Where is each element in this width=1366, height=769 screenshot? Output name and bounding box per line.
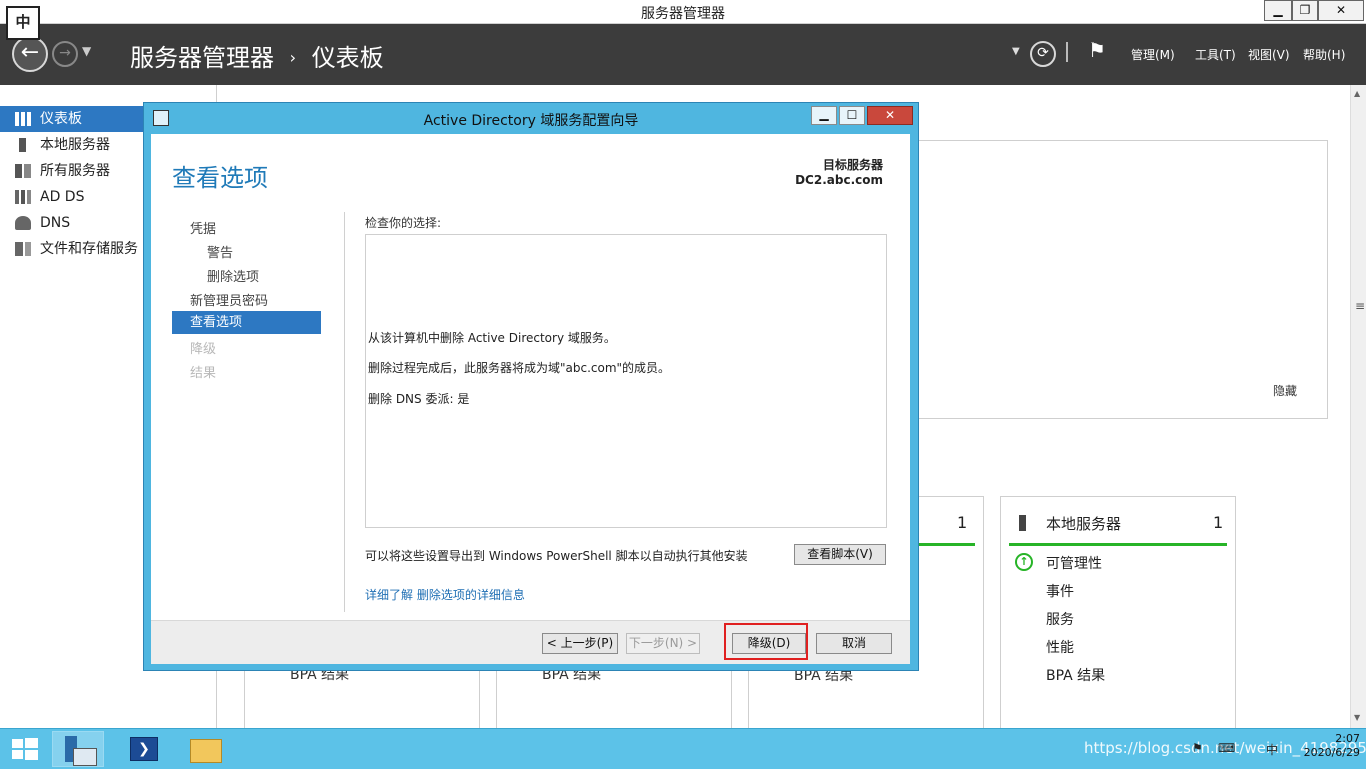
step-new-admin-password[interactable]: 新管理员密码	[190, 290, 268, 309]
local-tile-manageability[interactable]: 可管理性	[1046, 553, 1102, 573]
step-warnings[interactable]: 警告	[207, 242, 233, 261]
wizard-minimize-button[interactable]: ▁	[811, 106, 837, 125]
steps-divider	[344, 212, 345, 612]
refresh-dropdown-icon[interactable]: ▼	[1012, 46, 1020, 57]
window-title: 服务器管理器	[641, 6, 725, 22]
history-dropdown-icon[interactable]: ▼	[82, 44, 91, 58]
step-credentials[interactable]: 凭据	[190, 218, 216, 237]
hide-link[interactable]: 隐藏	[1273, 382, 1297, 399]
server-icon	[1019, 515, 1026, 531]
clock[interactable]: 2:07 2020/6/29	[1300, 732, 1360, 760]
powershell-taskbar-icon[interactable]: ❯	[120, 731, 172, 767]
server-icon	[19, 138, 26, 152]
scroll-thumb-grip-icon[interactable]: ≡	[1355, 299, 1365, 313]
server-manager-taskbar-icon[interactable]	[52, 731, 104, 767]
local-tile-bpa[interactable]: BPA 结果	[1046, 665, 1105, 685]
review-line-1: 从该计算机中删除 Active Directory 域服务。	[368, 331, 616, 345]
ime-indicator[interactable]: 中	[6, 6, 40, 40]
target-server-value: DC2.abc.com	[795, 173, 883, 187]
wizard-heading: 查看选项	[172, 164, 268, 192]
welcome-panel: 隐藏	[900, 140, 1328, 419]
servers-icon	[15, 164, 31, 178]
local-tile-title[interactable]: 本地服务器	[1046, 513, 1121, 534]
previous-button[interactable]: < 上一步(P)	[542, 633, 618, 654]
dashboard-icon	[15, 112, 31, 126]
scroll-down-icon[interactable]: ▼	[1354, 713, 1360, 722]
breadcrumb-root: 服务器管理器	[130, 44, 274, 72]
window-title-bar: 服务器管理器 ▁ ❐ ✕	[0, 0, 1366, 24]
minimize-button[interactable]: ▁	[1264, 0, 1292, 21]
review-textbox[interactable]: 从该计算机中删除 Active Directory 域服务。 删除过程完成后，此…	[365, 234, 887, 528]
clock-date: 2020/6/29	[1303, 746, 1360, 759]
taskbar: ❯ https://blog.csdn.net/weixin_41982957 …	[0, 728, 1366, 769]
wizard-body: 查看选项 目标服务器 DC2.abc.com 凭据 警告 删除选项 新管理员密码…	[151, 134, 910, 620]
step-demotion: 降级	[190, 342, 217, 357]
next-button: 下一步(N) >	[626, 633, 700, 654]
menu-help[interactable]: 帮助(H)	[1303, 46, 1345, 63]
header-divider	[1066, 42, 1068, 62]
local-tile-events[interactable]: 事件	[1046, 581, 1074, 601]
breadcrumb: 服务器管理器 › 仪表板	[130, 38, 384, 73]
export-text: 可以将这些设置导出到 Windows PowerShell 脚本以自动执行其他安…	[365, 549, 748, 563]
scroll-up-icon[interactable]: ▲	[1354, 89, 1360, 98]
local-server-tile: 本地服务器 1 ↑ 可管理性 事件 服务 性能 BPA 结果	[1000, 496, 1236, 730]
review-line-2: 删除过程完成后，此服务器将成为域"abc.com"的成员。	[368, 361, 671, 375]
tray-ime-settings-icon[interactable]: ⌨	[1218, 741, 1235, 755]
step-results: 结果	[190, 366, 217, 381]
manageability-ok-icon: ↑	[1015, 553, 1033, 571]
header-bar: ← → ▼ 服务器管理器 › 仪表板 ▼ ⟳ ⚑ 管理(M) 工具(T) 视图(…	[0, 24, 1366, 85]
local-tile-services[interactable]: 服务	[1046, 609, 1074, 629]
tile-3-count: 1	[957, 513, 968, 532]
menu-manage[interactable]: 管理(M)	[1131, 46, 1175, 63]
step-removal-options[interactable]: 删除选项	[207, 266, 259, 285]
target-server: 目标服务器 DC2.abc.com	[795, 158, 883, 188]
wizard-title: Active Directory 域服务配置向导	[423, 113, 639, 129]
local-tile-count: 1	[1213, 513, 1224, 532]
start-windows-icon[interactable]	[0, 731, 52, 767]
close-button[interactable]: ✕	[1318, 0, 1364, 21]
adds-icon	[15, 190, 31, 204]
refresh-icon[interactable]: ⟳	[1030, 41, 1056, 67]
menu-view[interactable]: 视图(V)	[1248, 46, 1290, 63]
target-server-label: 目标服务器	[822, 158, 883, 172]
clock-time: 2:07	[1335, 732, 1360, 745]
local-tile-performance[interactable]: 性能	[1046, 637, 1074, 657]
back-arrow-icon[interactable]: ←	[12, 36, 48, 72]
review-line-3: 删除 DNS 委派: 是	[368, 392, 470, 406]
menu-tools[interactable]: 工具(T)	[1195, 46, 1236, 63]
notifications-flag-icon[interactable]: ⚑	[1088, 38, 1106, 62]
review-label: 检查你的选择:	[365, 216, 442, 230]
local-tile-status-bar	[1009, 543, 1227, 546]
wizard-close-button[interactable]: ✕	[867, 106, 913, 125]
main-scrollbar[interactable]: ▲ ≡ ▼	[1350, 85, 1366, 728]
view-script-button[interactable]: 查看脚本(V)	[794, 544, 886, 565]
learn-more-link[interactable]: 详细了解 删除选项的详细信息	[365, 586, 525, 603]
step-review-options[interactable]: 查看选项	[172, 311, 321, 334]
file-explorer-taskbar-icon[interactable]	[180, 731, 232, 767]
wizard-maximize-button[interactable]: ☐	[839, 106, 865, 125]
cancel-button[interactable]: 取消	[816, 633, 892, 654]
adds-config-wizard: Active Directory 域服务配置向导 ▁ ☐ ✕ 查看选项 目标服务…	[143, 102, 919, 671]
tray-ime-label[interactable]: 中	[1266, 741, 1278, 758]
demote-button[interactable]: 降级(D)	[732, 633, 806, 654]
forward-arrow-icon[interactable]: →	[52, 41, 78, 67]
restore-button[interactable]: ❐	[1292, 0, 1318, 21]
breadcrumb-separator: ›	[289, 48, 297, 67]
wizard-footer: < 上一步(P) 下一步(N) > 降级(D) 取消	[151, 620, 910, 664]
breadcrumb-current: 仪表板	[311, 44, 384, 72]
dns-icon	[15, 216, 31, 230]
storage-icon	[15, 242, 31, 256]
tray-network-icon[interactable]: ⚑	[1192, 741, 1203, 755]
